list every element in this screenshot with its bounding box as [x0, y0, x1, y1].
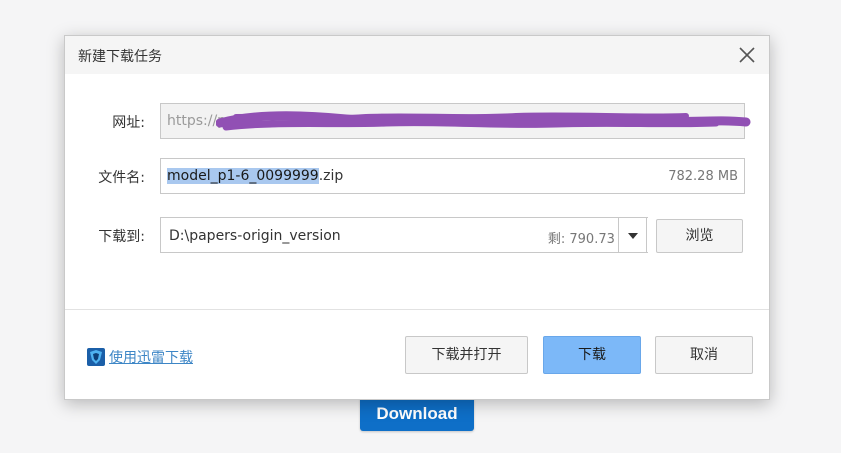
redaction-scribble: [216, 111, 751, 131]
download-and-open-button[interactable]: 下载并打开: [405, 336, 528, 374]
filename-value: model_p1-6_0099999.zip: [167, 168, 343, 184]
save-path-field[interactable]: D:\papers-origin_version 剩: 790.73 GB: [160, 217, 648, 253]
path-dropdown-button[interactable]: [618, 217, 647, 253]
page-download-button[interactable]: Download: [360, 396, 474, 431]
dialog-content: 网址: https://p 文件名: model_p1-6_0099999.zi…: [65, 74, 769, 309]
browse-button[interactable]: 浏览: [656, 219, 743, 253]
download-button[interactable]: 下载: [543, 336, 641, 374]
dialog-footer: 使用迅雷下载 下载并打开 下载 取消: [65, 310, 769, 399]
filename-label: 文件名:: [98, 170, 145, 186]
use-xunlei-text: 使用迅雷下载: [109, 350, 193, 366]
filename-selected-text: model_p1-6_0099999: [167, 168, 319, 184]
dialog-titlebar: 新建下载任务: [65, 36, 769, 74]
close-icon: [739, 47, 755, 63]
new-download-dialog: 新建下载任务 网址: https://p 文件名: model_p1-6_009…: [64, 35, 770, 400]
save-path-value: D:\papers-origin_version: [169, 228, 341, 244]
filename-extension: .zip: [318, 168, 344, 184]
use-xunlei-link[interactable]: 使用迅雷下载: [87, 347, 193, 367]
browser-page: Download 新建下载任务 网址: https://p 文件名: model…: [0, 0, 841, 453]
url-label: 网址:: [112, 115, 145, 131]
close-button[interactable]: [735, 43, 759, 67]
save-to-label: 下载到:: [98, 229, 145, 245]
file-size: 782.28 MB: [668, 169, 738, 184]
url-field[interactable]: https://p: [160, 103, 751, 139]
dialog-title: 新建下载任务: [78, 49, 162, 65]
filename-input[interactable]: model_p1-6_0099999.zip 782.28 MB: [160, 158, 745, 194]
xunlei-logo-icon: [87, 348, 105, 366]
cancel-button[interactable]: 取消: [655, 336, 753, 374]
chevron-down-icon: [628, 233, 638, 239]
